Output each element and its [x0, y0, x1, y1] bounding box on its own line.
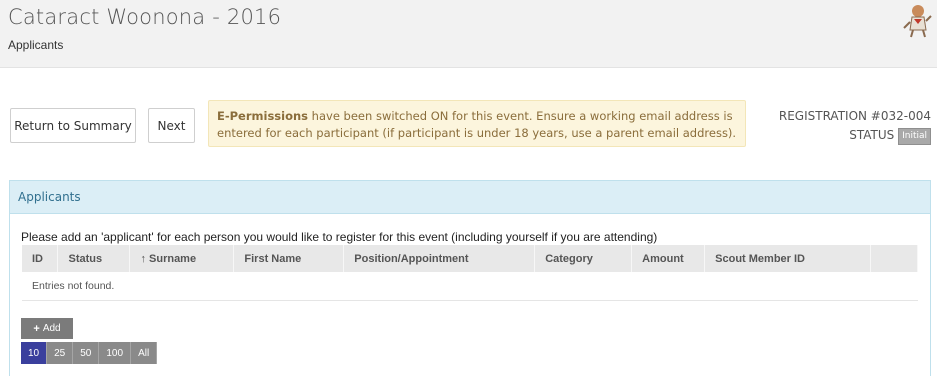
- panel-intro-text: Please add an 'applicant' for each perso…: [21, 230, 658, 244]
- plus-icon: +: [33, 322, 40, 335]
- column-actions: [870, 245, 919, 272]
- page-size-all[interactable]: All: [131, 342, 158, 364]
- column-amount[interactable]: Amount: [631, 245, 706, 272]
- return-to-summary-button[interactable]: Return to Summary: [10, 108, 136, 143]
- column-status[interactable]: Status: [57, 245, 131, 272]
- column-position[interactable]: Position/Appointment: [343, 245, 536, 272]
- page-subtitle: Applicants: [8, 38, 64, 52]
- empty-table-message: Entries not found.: [22, 272, 918, 301]
- column-id[interactable]: ID: [22, 245, 59, 272]
- panel-heading: Applicants: [10, 181, 930, 214]
- e-permissions-notice: E-Permissions have been switched ON for …: [208, 100, 746, 147]
- column-category[interactable]: Category: [534, 245, 633, 272]
- page-size-25[interactable]: 25: [47, 342, 74, 364]
- applicants-table: ID Status ↑ Surname First Name Position/…: [22, 245, 919, 301]
- page-size-selector: 10 25 50 100 All: [21, 342, 158, 364]
- status-badge: Initial: [898, 128, 931, 145]
- registration-status: STATUS Initial: [779, 126, 931, 145]
- add-applicant-button[interactable]: + Add: [21, 318, 73, 339]
- page-size-50[interactable]: 50: [73, 342, 100, 364]
- applicants-panel: Applicants Please add an 'applicant' for…: [9, 180, 931, 376]
- page-title: Cataract Woonona - 2016: [8, 5, 282, 29]
- registration-number: REGISTRATION #032-004: [778, 109, 931, 123]
- table-row: Entries not found.: [22, 272, 918, 301]
- column-scout-member-id[interactable]: Scout Member ID: [704, 245, 871, 272]
- status-label: STATUS: [849, 128, 895, 142]
- page-size-100[interactable]: 100: [99, 342, 132, 364]
- notice-highlight: E-Permissions: [217, 109, 309, 123]
- page-size-10[interactable]: 10: [21, 342, 48, 364]
- column-first-name[interactable]: First Name: [233, 245, 345, 272]
- next-button[interactable]: Next: [148, 108, 195, 143]
- column-surname[interactable]: ↑ Surname: [129, 245, 235, 272]
- add-label: Add: [42, 323, 61, 334]
- registration-info: REGISTRATION #032-004 STATUS Initial: [779, 107, 931, 145]
- page-header: Cataract Woonona - 2016 Applicants: [0, 0, 937, 68]
- mascot-logo-icon: [901, 2, 933, 38]
- table-header-row: ID Status ↑ Surname First Name Position/…: [22, 245, 919, 272]
